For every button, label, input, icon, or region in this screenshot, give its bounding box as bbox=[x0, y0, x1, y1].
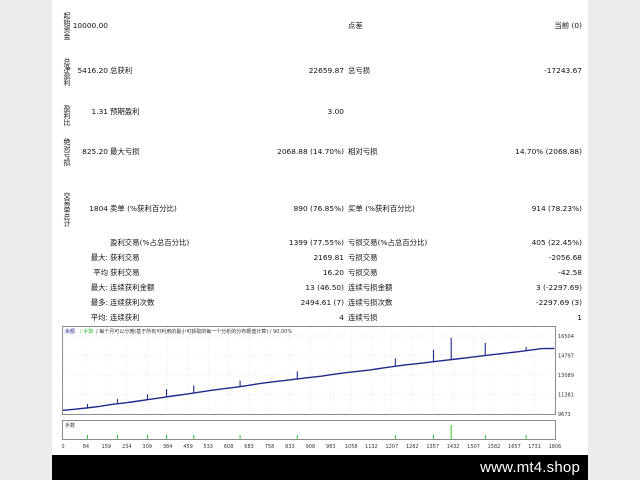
x-tick-label: 1582 bbox=[488, 444, 501, 450]
average-consecutive-wins-label: 连续获利 bbox=[110, 313, 140, 322]
max-consecutive-wins-label: 连续获利金额 bbox=[110, 283, 155, 292]
maximal-drawdown-label: 最大亏损 bbox=[110, 147, 140, 156]
x-tick-label: 833 bbox=[285, 444, 295, 450]
largest-profit-trade-label: 获利交易 bbox=[110, 253, 140, 262]
largest-loss-trade-value: -2056.68 bbox=[548, 253, 582, 262]
total-net-profit-value: 5416.20 bbox=[77, 66, 108, 75]
x-tick-label: 234 bbox=[122, 444, 132, 450]
average-consecutive-losses-value: 1 bbox=[577, 313, 582, 322]
balance-chart: 余额 / 手数 / 每个月可以分摊(基于所有可利用的最小可获取的每一个分析的分布… bbox=[62, 326, 574, 450]
profit-trades-value: 1399 (77.55%) bbox=[288, 238, 344, 247]
long-positions-value: 914 (78.23%) bbox=[531, 204, 582, 213]
x-tick-label: 1282 bbox=[406, 444, 419, 450]
x-tick-label: 384 bbox=[163, 444, 173, 450]
largest-profit-trade-value: 2169.81 bbox=[313, 253, 344, 262]
max-consecutive-wins-value: 13 (46.50) bbox=[305, 283, 344, 292]
site-brand[interactable]: www.mt4.shop bbox=[480, 459, 580, 476]
long-positions-label: 买单 (%获利百分比) bbox=[348, 204, 415, 213]
x-tick-label: 1731 bbox=[528, 444, 541, 450]
largest-prefix: 最大: bbox=[90, 253, 108, 262]
x-tick-label: 309 bbox=[142, 444, 152, 450]
legend-volume: / 手数 bbox=[80, 328, 93, 335]
total-trades-value: 1804 bbox=[89, 204, 108, 213]
profit-factor-value: 1.31 bbox=[91, 107, 108, 116]
spread-label: 点差 bbox=[348, 21, 363, 30]
average-profit-trade-label: 获利交易 bbox=[110, 268, 140, 277]
profit-trades-label: 盈利交易(%占总百分比) bbox=[110, 238, 190, 247]
y-axis-ticks: 16504 14797 13089 11381 9673 bbox=[558, 334, 574, 418]
maximal-consecutive-profit-label: 连续获利次数 bbox=[110, 298, 155, 307]
spread-value: 当前 (0) bbox=[554, 21, 582, 30]
average-profit-trade-value: 16.20 bbox=[322, 268, 344, 277]
loss-trades-value: 405 (22.45%) bbox=[531, 238, 582, 247]
maximum-prefix: 最大: bbox=[90, 283, 108, 292]
x-tick-label: 1058 bbox=[345, 444, 358, 450]
x-tick-label: 608 bbox=[224, 444, 234, 450]
site-footer: www.mt4.shop bbox=[52, 455, 588, 480]
x-tick-label: 1432 bbox=[447, 444, 460, 450]
maximal-consecutive-loss-label: 连续亏损次数 bbox=[348, 298, 393, 307]
gross-loss-value: -17243.67 bbox=[544, 66, 582, 75]
short-positions-value: 890 (76.85%) bbox=[293, 204, 344, 213]
expected-payoff-label: 预期盈利 bbox=[110, 107, 140, 116]
short-positions-label: 卖单 (%获利百分比) bbox=[110, 204, 177, 213]
max-consecutive-losses-label: 连续亏损金额 bbox=[348, 283, 393, 292]
loss-trades-label: 亏损交易(%占总百分比) bbox=[348, 238, 428, 247]
x-tick-label: 683 bbox=[244, 444, 254, 450]
x-tick-label: 84 bbox=[83, 444, 89, 450]
average-consecutive-prefix: 平均: bbox=[90, 313, 108, 322]
absolute-drawdown-value: 825.20 bbox=[82, 147, 108, 156]
y-tick-label: 14797 bbox=[558, 353, 574, 359]
x-tick-label: 0 bbox=[62, 444, 65, 450]
y-tick-label: 13089 bbox=[558, 373, 574, 379]
y-tick-label: 9673 bbox=[558, 412, 571, 418]
y-tick-label: 11381 bbox=[558, 392, 574, 398]
x-tick-label: 1507 bbox=[467, 444, 480, 450]
x-axis-ticks: 0 84 159 234 309 384 459 533 608 683 758 833 908 983 1… bbox=[62, 444, 561, 450]
x-tick-label: 459 bbox=[183, 444, 193, 450]
relative-drawdown-label: 相对亏损 bbox=[348, 147, 378, 156]
x-tick-label: 1132 bbox=[365, 444, 378, 450]
maximal-consecutive-loss-value: -2297.69 (3) bbox=[535, 298, 582, 307]
volume-label: 手数 bbox=[65, 422, 75, 429]
x-tick-label: 908 bbox=[306, 444, 316, 450]
maximal-drawdown-value: 2068.88 (14.70%) bbox=[277, 147, 344, 156]
largest-loss-trade-label: 亏损交易 bbox=[348, 253, 378, 262]
x-tick-label: 1657 bbox=[508, 444, 521, 450]
maximal-prefix: 最多: bbox=[90, 298, 108, 307]
legend-balance: 余额 bbox=[65, 328, 75, 335]
volume-plot-frame bbox=[62, 420, 556, 440]
x-tick-label: 1207 bbox=[385, 444, 398, 450]
x-tick-label: 983 bbox=[326, 444, 336, 450]
average-prefix: 平均 bbox=[93, 268, 108, 277]
gross-loss-label: 总亏损 bbox=[348, 66, 371, 75]
max-consecutive-losses-value: 3 (-2297.69) bbox=[535, 283, 582, 292]
initial-deposit-value: 10000.00 bbox=[72, 21, 108, 30]
x-tick-label: 1357 bbox=[426, 444, 439, 450]
average-loss-trade-value: -42.58 bbox=[558, 268, 582, 277]
x-tick-label: 533 bbox=[203, 444, 213, 450]
maximal-consecutive-profit-value: 2494.61 (7) bbox=[300, 298, 344, 307]
gross-profit-label: 总获利 bbox=[110, 66, 133, 75]
expected-payoff-value: 3.00 bbox=[327, 107, 344, 116]
relative-drawdown-value: 14.70% (2068.88) bbox=[515, 147, 582, 156]
average-consecutive-wins-value: 4 bbox=[339, 313, 344, 322]
average-consecutive-losses-label: 连续亏损 bbox=[348, 313, 378, 322]
x-tick-label: 159 bbox=[102, 444, 112, 450]
gross-profit-value: 22659.87 bbox=[308, 66, 344, 75]
legend-description: / 每个月可以分摊(基于所有可利用的最小可获取的每一个分析的分布概值计算) / … bbox=[96, 328, 292, 335]
x-tick-label: 758 bbox=[265, 444, 275, 450]
y-tick-label: 16504 bbox=[558, 334, 574, 340]
x-tick-label: 1806 bbox=[549, 444, 562, 450]
average-loss-trade-label: 亏损交易 bbox=[348, 268, 378, 277]
